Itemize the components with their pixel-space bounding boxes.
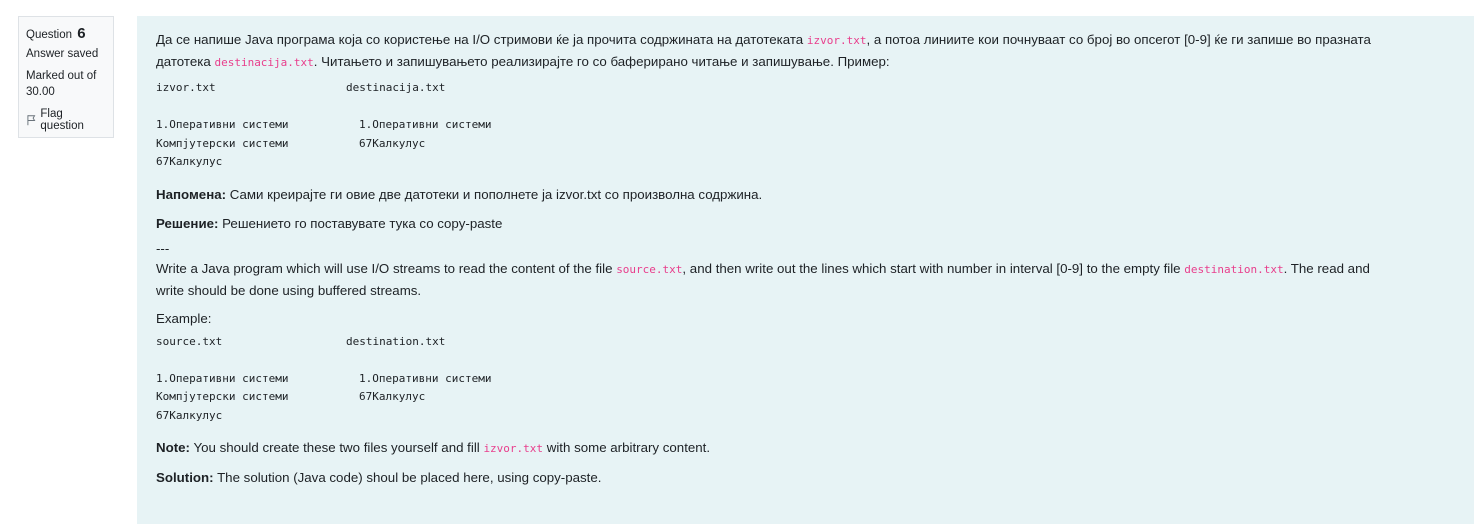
- mk-src-line-3: 67Калкулус: [156, 155, 223, 168]
- mk-intro-text-a: Да се напише Java програма која со корис…: [156, 32, 807, 47]
- en-intro-text-a: Write a Java program which will use I/O …: [156, 260, 617, 276]
- flag-icon: [27, 115, 36, 126]
- mk-note: Напомена: Сами креирајте ги овие две дат…: [156, 184, 1454, 205]
- question-state: Answer saved: [26, 48, 99, 60]
- mk-note-text: Сами креирајте ги овие две датотеки и по…: [226, 186, 763, 202]
- en-code-destination: destination.txt: [1184, 262, 1284, 276]
- flag-question-label: Flag question: [40, 108, 84, 132]
- mk-dst-line-1: 1.Оперативни системи: [359, 118, 492, 131]
- mk-intro-paragraph: Да се напише Java програма која со корис…: [156, 29, 1454, 73]
- en-intro-paragraph: Write a Java program which will use I/O …: [156, 258, 1454, 301]
- question-label: Question: [26, 29, 73, 41]
- en-example-label: Example:: [156, 310, 212, 326]
- mk-dst-line-2: 67Калкулус: [359, 136, 426, 150]
- mk-solution-label: Решение:: [156, 215, 219, 231]
- en-solution-label: Solution:: [156, 470, 214, 485]
- mk-code-destinacija: destinacija.txt: [214, 56, 314, 69]
- mk-src-filename: izvor.txt: [156, 81, 216, 94]
- mk-dst-filename: destinacija.txt: [346, 81, 446, 94]
- mk-src-line-1: 1.Оперативни системи: [156, 118, 289, 131]
- en-src-filename: source.txt: [156, 334, 223, 348]
- separator: ---: [156, 240, 170, 256]
- en-code-source: source.txt: [616, 262, 683, 276]
- en-intro-text-b: , and then write out the lines which sta…: [682, 260, 1185, 276]
- en-note-text-b: with some arbitrary content.: [543, 440, 711, 455]
- grade-value: 30.00: [26, 86, 55, 98]
- mk-solution: Решение: Решението го поставувате тука с…: [156, 213, 1454, 234]
- en-intro-text-d: write should be done using buffered stre…: [156, 282, 422, 298]
- en-note-code: izvor.txt: [483, 442, 544, 455]
- en-dst-line-1: 1.Оперативни системи: [359, 371, 492, 385]
- flag-question-link[interactable]: Flag question: [26, 108, 106, 132]
- en-dst-line-2: 67Калкулус: [359, 390, 426, 403]
- mk-intro-text-b: , а потоа линиите кои почнуваат со број …: [866, 32, 1371, 47]
- en-solution: Solution: The solution (Java code) shoul…: [156, 467, 1454, 488]
- mk-solution-text: Решението го поставувате тука со copy-pa…: [218, 215, 503, 231]
- en-dst-filename: destination.txt: [346, 334, 446, 348]
- mk-src-line-2: Компјутерски системи: [156, 136, 289, 150]
- en-intro-text-c: . The read and: [1283, 260, 1370, 276]
- en-note-label: Note:: [156, 440, 190, 455]
- question-text: Да се напише Java програма која со корис…: [137, 16, 1474, 524]
- en-src-line-1: 1.Оперативни системи: [156, 371, 289, 385]
- en-src-line-2: Компјутерски системи: [156, 390, 289, 403]
- question-block: Question 6 Answer saved Marked out of 30…: [0, 0, 1474, 524]
- question-info-panel: Question 6 Answer saved Marked out of 30…: [18, 16, 114, 138]
- en-note-text-a: You should create these two files yourse…: [189, 440, 484, 455]
- en-src-line-3: 67Калкулус: [156, 408, 223, 422]
- en-note: Note: You should create these two files …: [156, 437, 1454, 459]
- grade-line1: Marked out of: [26, 70, 97, 82]
- mk-code-izvor: izvor.txt: [806, 34, 867, 47]
- question-number: 6: [77, 25, 86, 42]
- mk-intro-text-c: датотека: [156, 54, 215, 69]
- mk-example-block: izvor.txt destinacija.txt 1.Оперативни си…: [156, 79, 1454, 172]
- question-grade: Marked out of 30.00: [26, 68, 106, 100]
- mk-note-label: Напомена:: [156, 186, 227, 202]
- question-number-row: Question 6: [26, 25, 106, 42]
- en-solution-text: The solution (Java code) shoul be placed…: [213, 470, 602, 485]
- en-example-block: source.txt destination.txt 1.Оперативни с…: [156, 333, 1454, 426]
- mk-intro-text-d: . Читањето и запишувањето реализирајте г…: [313, 54, 890, 69]
